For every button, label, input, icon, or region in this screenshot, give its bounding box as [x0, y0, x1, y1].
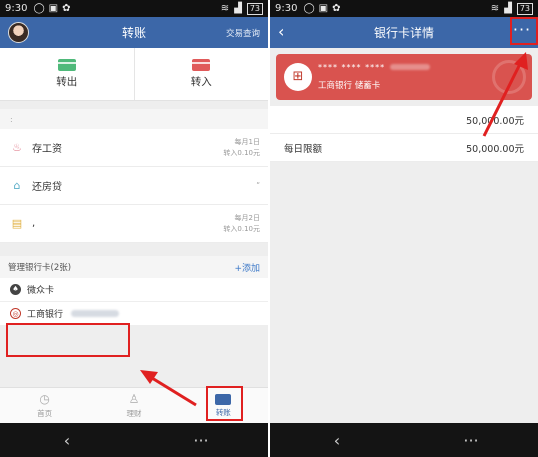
image-icon: ▣ — [318, 3, 329, 14]
limit-row: 50,000.00元 — [270, 106, 538, 134]
transfer-actions: 转出 转入 — [0, 48, 268, 101]
bank-watermark-icon — [492, 60, 526, 94]
plan-schedule: 每月2日 — [234, 213, 260, 222]
plan-amount: 转入0.10元 — [223, 224, 260, 233]
plan-schedule: 每月1日 — [234, 137, 260, 146]
back-nav-icon[interactable]: ‹ — [317, 431, 357, 450]
left-screen: 9:30 ◯ ▣ ✿ ≋ ▟ 73 转账 交易查询 转出 转入 : ♨ 存工资 — [0, 0, 268, 457]
plan-meta: “ — [256, 180, 260, 191]
avatar[interactable] — [8, 22, 29, 43]
battery-icon: 73 — [246, 2, 263, 15]
document-icon: ▤ — [11, 216, 23, 230]
daily-limit-row: 每日限额 50,000.00元 — [270, 134, 538, 162]
bank-card[interactable]: ⊞ **** **** **** 工商银行 储蓄卡 — [276, 54, 532, 100]
transfer-out-button[interactable]: 转出 — [0, 48, 135, 100]
card-number: **** **** **** — [318, 63, 431, 72]
tab-label: 理财 — [126, 408, 142, 418]
right-screen: 9:30 ◯ ▣ ✿ ≋ ▟ 73 ‹ 银行卡详情 ··· ⊞ **** ***… — [270, 0, 538, 457]
chat-icon: ◯ — [303, 3, 315, 14]
house-icon: ⌂ — [13, 178, 21, 192]
plan-name: 存工资 — [32, 144, 62, 155]
person-icon: ♙ — [128, 391, 140, 406]
blurred-digits — [390, 64, 431, 70]
card-limits: 50,000.00元 每日限额 50,000.00元 — [270, 106, 538, 162]
bank-card-section: 管理银行卡(2张) +添加 ♠ 微众卡 ◎ 工商银行 — [0, 256, 268, 326]
webank-logo-icon: ♠ — [10, 284, 21, 295]
highlight-more-button — [510, 17, 538, 45]
page-title: 银行卡详情 — [373, 26, 434, 40]
status-bar: 9:30 ◯ ▣ ✿ ≋ ▟ 73 — [270, 0, 538, 17]
limit-label: 每日限额 — [284, 143, 323, 155]
clock-icon: ◷ — [39, 391, 50, 406]
highlight-card-item — [6, 323, 130, 357]
tab-home[interactable]: ◷ 首页 — [0, 388, 89, 423]
notification-icons: ◯ ▣ ✿ — [33, 3, 70, 14]
card-out-icon — [57, 59, 76, 71]
limit-value: 50,000.00元 — [466, 115, 524, 127]
plan-item-mortgage[interactable]: ⌂ 还房贷 “ — [0, 167, 268, 205]
blurred-card-number — [71, 310, 120, 317]
back-icon[interactable]: ‹ — [278, 24, 284, 40]
status-bar: 9:30 ◯ ▣ ✿ ≋ ▟ 73 — [0, 0, 268, 17]
card-name: 微众卡 — [27, 286, 55, 296]
battery-icon: 73 — [516, 2, 533, 15]
system-nav-bar: ‹ ··· — [0, 423, 268, 457]
wifi-icon: ≋ — [220, 3, 230, 14]
back-nav-icon[interactable]: ‹ — [47, 431, 87, 450]
transaction-query-link[interactable]: 交易查询 — [226, 27, 260, 39]
paw-icon: ✿ — [62, 3, 71, 14]
plan-list: ♨ 存工资 每月1日 转入0.10元 ⌂ 还房贷 “ ▤ , 每月2日 转入0.… — [0, 129, 268, 243]
plan-name: 还房贷 — [32, 182, 62, 193]
wifi-icon: ≋ — [490, 3, 500, 14]
icbc-logo-icon: ◎ — [10, 308, 21, 319]
image-icon: ▣ — [48, 3, 59, 14]
page-title: 转账 — [121, 26, 146, 40]
plan-amount: 转入0.10元 — [223, 148, 260, 157]
card-in-icon — [192, 59, 211, 71]
plan-meta: 每月1日 转入0.10元 — [223, 137, 260, 159]
piggy-bank-icon: ♨ — [12, 140, 22, 154]
status-time: 9:30 — [275, 3, 298, 14]
plan-item-other[interactable]: ▤ , 每月2日 转入0.10元 — [0, 205, 268, 243]
menu-nav-icon[interactable]: ··· — [181, 431, 221, 450]
plan-meta: 每月2日 转入0.10元 — [223, 213, 260, 235]
card-bank-name: 工商银行 储蓄卡 — [318, 81, 381, 91]
bank-card-header: 管理银行卡(2张) +添加 — [0, 256, 268, 278]
plan-item-salary[interactable]: ♨ 存工资 每月1日 转入0.10元 — [0, 129, 268, 167]
status-time: 9:30 — [5, 3, 28, 14]
transfer-out-label: 转出 — [56, 76, 78, 88]
tab-finance[interactable]: ♙ 理财 — [89, 388, 178, 423]
plan-name: , — [32, 218, 36, 229]
signal-icon: ▟ — [234, 3, 242, 14]
paw-icon: ✿ — [332, 3, 341, 14]
masked-number: **** **** **** — [318, 63, 386, 72]
icbc-logo-icon: ⊞ — [284, 63, 312, 91]
card-name: 工商银行 — [27, 310, 64, 320]
header-bar: ‹ 银行卡详情 ··· — [270, 17, 538, 48]
plan-hint: : — [0, 109, 268, 129]
chat-icon: ◯ — [33, 3, 45, 14]
plan-tail: “ — [256, 181, 260, 189]
signal-icon: ▟ — [504, 3, 512, 14]
highlight-transfer-tab — [206, 386, 243, 421]
transfer-in-label: 转入 — [190, 76, 212, 88]
card-item-webank[interactable]: ♠ 微众卡 — [0, 278, 268, 302]
bank-card-count: 管理银行卡(2张) — [8, 263, 72, 273]
transfer-in-button[interactable]: 转入 — [135, 48, 269, 100]
system-nav-bar: ‹ ··· — [270, 423, 538, 457]
menu-nav-icon[interactable]: ··· — [451, 431, 491, 450]
notification-icons: ◯ ▣ ✿ — [303, 3, 340, 14]
add-card-button[interactable]: +添加 — [234, 261, 260, 274]
header-bar: 转账 交易查询 — [0, 17, 268, 48]
tab-label: 首页 — [37, 408, 53, 418]
limit-value: 50,000.00元 — [466, 143, 524, 155]
